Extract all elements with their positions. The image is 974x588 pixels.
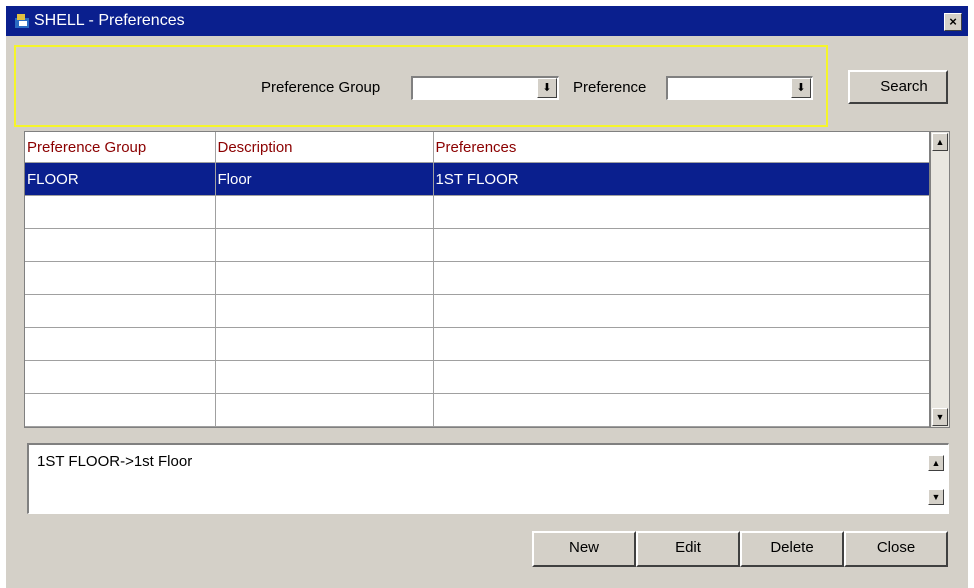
cell-description bbox=[215, 360, 434, 394]
preference-group-combo[interactable]: ⬇ bbox=[411, 76, 559, 100]
cell-preference-group bbox=[25, 228, 216, 262]
cell-preference-group bbox=[25, 261, 216, 295]
preference-group-dropdown-icon[interactable]: ⬇ bbox=[537, 78, 557, 98]
cell-preferences bbox=[433, 195, 929, 229]
cell-preferences bbox=[433, 393, 929, 427]
delete-button[interactable]: Delete bbox=[740, 531, 844, 567]
edit-button[interactable]: Edit bbox=[636, 531, 740, 567]
grid-scrollbar[interactable]: ▲ ▼ bbox=[930, 131, 950, 428]
search-button[interactable]: Search bbox=[848, 70, 948, 104]
scroll-up-icon[interactable]: ▲ bbox=[932, 133, 948, 151]
scroll-down-icon[interactable]: ▼ bbox=[932, 408, 948, 426]
preferences-grid: Preference Group Description Preferences… bbox=[24, 131, 930, 428]
cell-preferences bbox=[433, 327, 929, 361]
cell-description bbox=[215, 195, 434, 229]
cell-preferences bbox=[433, 261, 929, 295]
description-scroll-down-icon[interactable]: ▼ bbox=[928, 489, 944, 505]
cell-description bbox=[215, 393, 434, 427]
cell-preference-group bbox=[25, 360, 216, 394]
preference-label: Preference bbox=[573, 79, 647, 96]
preferences-window: SHELL - Preferences × Preference Group ⬇… bbox=[6, 6, 968, 588]
description-text: 1ST FLOOR->1st Floor bbox=[37, 453, 193, 470]
table-row[interactable] bbox=[25, 228, 929, 262]
preference-dropdown-icon[interactable]: ⬇ bbox=[791, 78, 811, 98]
cell-description bbox=[215, 228, 434, 262]
column-header-preferences[interactable]: Preferences bbox=[433, 132, 929, 163]
window-close-button[interactable]: × bbox=[944, 13, 962, 31]
title-bar: SHELL - Preferences × bbox=[6, 6, 968, 36]
cell-description bbox=[215, 294, 434, 328]
description-box[interactable]: 1ST FLOOR->1st Floor ▲ ▼ bbox=[27, 443, 949, 514]
cell-preference-group: FLOOR bbox=[25, 162, 216, 196]
table-row[interactable] bbox=[25, 195, 929, 229]
description-scroll-up-icon[interactable]: ▲ bbox=[928, 455, 944, 471]
window-title: SHELL - Preferences bbox=[34, 12, 185, 29]
table-row[interactable] bbox=[25, 327, 929, 361]
cell-preference-group bbox=[25, 294, 216, 328]
cell-description bbox=[215, 327, 434, 361]
table-row[interactable] bbox=[25, 294, 929, 328]
table-row[interactable]: FLOOR Floor 1ST FLOOR bbox=[25, 162, 929, 196]
cell-preferences bbox=[433, 228, 929, 262]
new-button[interactable]: New bbox=[532, 531, 636, 567]
cell-preference-group bbox=[25, 393, 216, 427]
cell-description: Floor bbox=[215, 162, 434, 196]
grid-header-row: Preference Group Description Preferences bbox=[25, 132, 929, 163]
cell-preferences bbox=[433, 294, 929, 328]
cell-preference-group bbox=[25, 195, 216, 229]
preference-group-label: Preference Group bbox=[261, 79, 381, 96]
table-row[interactable] bbox=[25, 393, 929, 427]
table-row[interactable] bbox=[25, 360, 929, 394]
close-button[interactable]: Close bbox=[844, 531, 948, 567]
preference-combo[interactable]: ⬇ bbox=[666, 76, 813, 100]
column-header-description[interactable]: Description bbox=[215, 132, 434, 163]
cell-preference-group bbox=[25, 327, 216, 361]
app-icon bbox=[15, 14, 29, 28]
cell-description bbox=[215, 261, 434, 295]
column-header-preference-group[interactable]: Preference Group bbox=[25, 132, 216, 163]
table-row[interactable] bbox=[25, 261, 929, 295]
search-panel: Preference Group ⬇ Preference ⬇ bbox=[14, 45, 828, 127]
cell-preferences bbox=[433, 360, 929, 394]
cell-preferences: 1ST FLOOR bbox=[433, 162, 929, 196]
